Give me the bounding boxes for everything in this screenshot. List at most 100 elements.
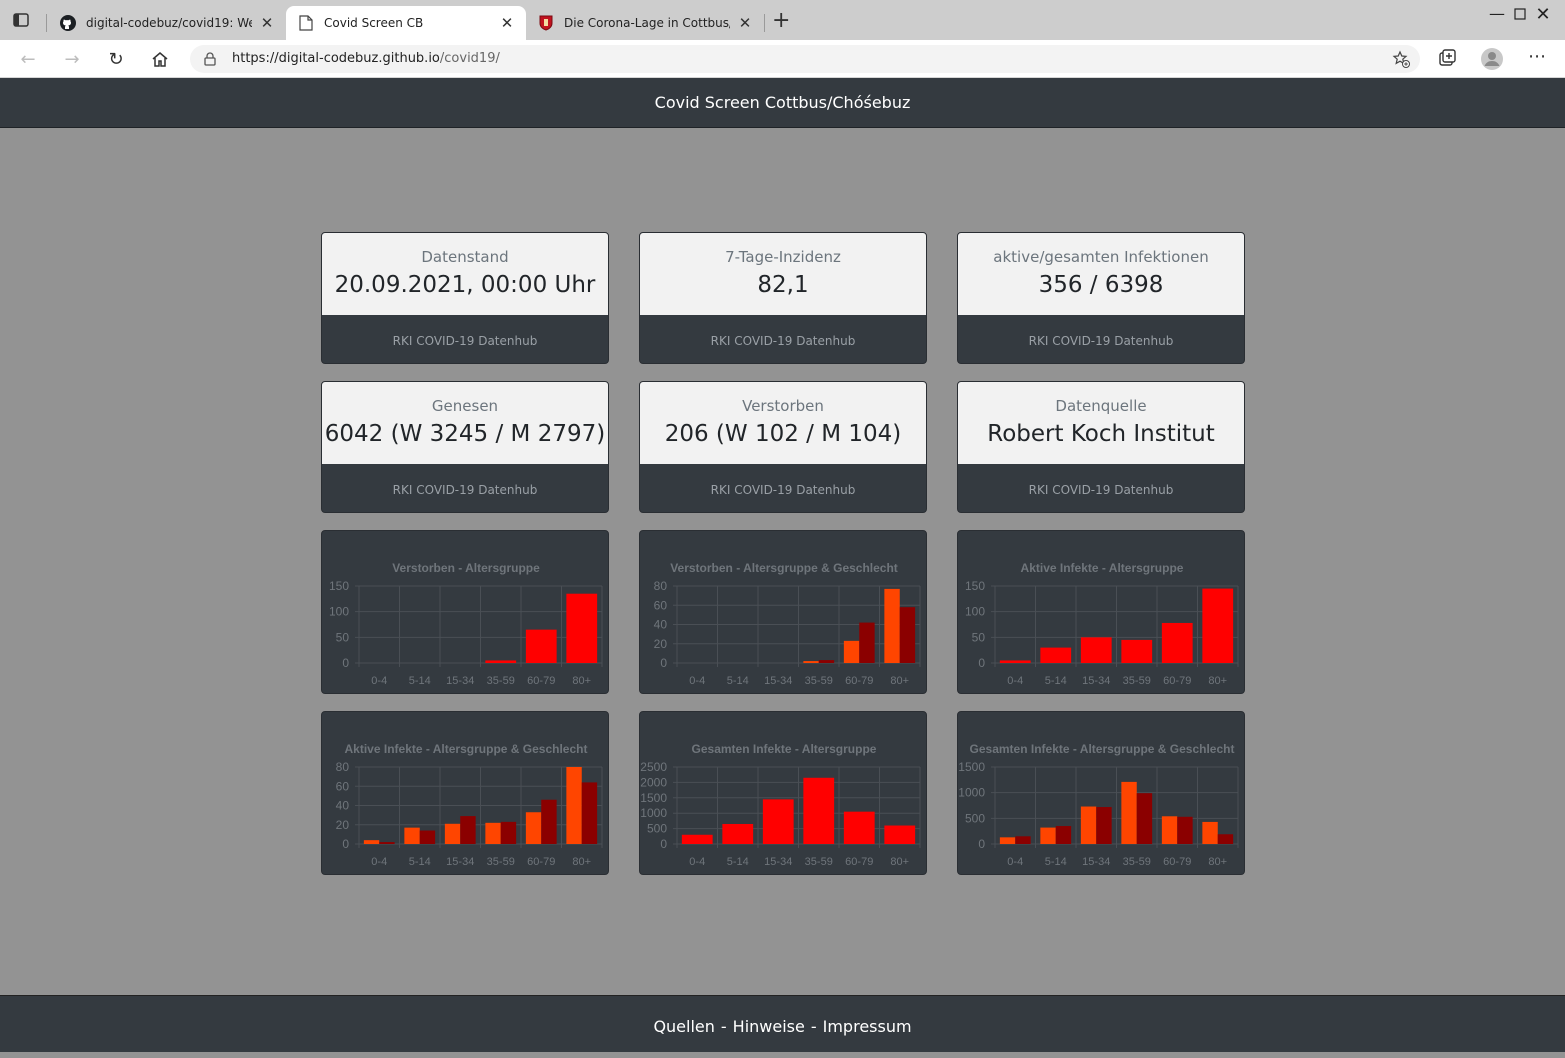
tab-title: Covid Screen CB: [324, 16, 424, 30]
x-tick-label: 80+: [572, 856, 591, 868]
footer-link-hinweise[interactable]: Hinweise: [733, 1017, 805, 1036]
more-menu-icon[interactable]: ⋯: [1528, 46, 1546, 67]
close-tab-icon[interactable]: ✕: [738, 14, 752, 32]
card-datenquelle: Datenquelle Robert Koch Institut RKI COVI…: [957, 381, 1245, 513]
x-tick-label: 5-14: [409, 856, 431, 868]
x-tick-label: 60-79: [527, 856, 555, 868]
y-tick-label: 100: [965, 605, 985, 619]
bar: [884, 588, 900, 663]
y-tick-label: 500: [647, 822, 667, 836]
x-tick-label: 80+: [890, 856, 909, 868]
bar: [899, 607, 916, 663]
browser-toolbar: ← → ↻ https://digital-codebuz.github.io/…: [0, 40, 1565, 78]
y-tick-label: 2000: [640, 775, 667, 789]
tab-actions-icon[interactable]: [12, 11, 30, 29]
x-tick-label: 15-34: [764, 856, 792, 868]
refresh-button[interactable]: ↻: [105, 48, 127, 70]
y-tick-label: 20: [336, 818, 350, 832]
address-bar[interactable]: https://digital-codebuz.github.io/covid1…: [190, 45, 1420, 73]
bar: [1202, 588, 1234, 663]
y-tick-label: 150: [329, 579, 349, 593]
bar: [1177, 816, 1193, 844]
close-tab-icon[interactable]: ✕: [500, 14, 514, 32]
chart-svg: Aktive Infekte - Altersgruppe 0 50 100 150 0-…: [965, 561, 1239, 687]
tab-covid-screen[interactable]: Covid Screen CB ✕: [286, 6, 526, 40]
add-favorite-icon[interactable]: [1392, 50, 1410, 68]
chart-title: Aktive Infekte - Altersgruppe: [1021, 561, 1184, 575]
y-tick-label: 0: [342, 837, 349, 851]
x-tick-label: 5-14: [727, 675, 749, 687]
bar: [379, 842, 395, 844]
y-tick-label: 150: [965, 579, 985, 593]
chart-title: Aktive Infekte - Altersgruppe & Geschlec…: [345, 742, 588, 756]
home-icon: [152, 52, 168, 67]
chart-gesamt-geschlecht: Gesamten Infekte - Altersgruppe & Geschl…: [957, 711, 1245, 875]
card-label: aktive/gesamten Infektionen: [993, 248, 1209, 266]
back-button[interactable]: ←: [17, 48, 39, 70]
card-label: 7-Tage-Inzidenz: [725, 248, 841, 266]
chart-title: Gesamten Infekte - Altersgruppe: [692, 742, 877, 756]
y-tick-label: 60: [654, 598, 668, 612]
card-infektionen: aktive/gesamten Infektionen 356 / 6398 RK…: [957, 232, 1245, 364]
y-tick-label: 0: [660, 656, 667, 670]
x-tick-label: 5-14: [1045, 675, 1067, 687]
chart-svg: Verstorben - Altersgruppe 0 50 100 150 0-4 5-1…: [329, 561, 603, 687]
bar: [444, 823, 461, 844]
lock-icon[interactable]: [204, 52, 216, 66]
chart-gesamt-altersgruppe: Gesamten Infekte - Altersgruppe 0 500 1000 1…: [639, 711, 927, 875]
app-header: Covid Screen Cottbus/Chóśebuz: [0, 78, 1565, 128]
x-tick-label: 15-34: [446, 675, 474, 687]
bar: [1096, 807, 1112, 844]
y-tick-label: 0: [660, 837, 667, 851]
collections-icon[interactable]: [1437, 48, 1457, 68]
footer-link-impressum[interactable]: Impressum: [823, 1017, 912, 1036]
new-tab-button[interactable]: +: [772, 10, 790, 32]
close-window-button[interactable]: ✕: [1520, 4, 1565, 25]
x-tick-label: 60-79: [1163, 856, 1191, 868]
bar: [1121, 639, 1153, 663]
url-text[interactable]: https://digital-codebuz.github.io/covid1…: [232, 51, 500, 66]
bar: [722, 823, 754, 844]
tab-github[interactable]: digital-codebuz/covid19: Webap ✕: [48, 6, 286, 40]
chart-aktive-altersgruppe: Aktive Infekte - Altersgruppe 0 50 100 150 0-…: [957, 530, 1245, 694]
chart-svg: Verstorben - Altersgruppe & Geschlecht 0 2…: [654, 561, 921, 687]
bar: [762, 799, 794, 844]
footer-link-quellen[interactable]: Quellen: [653, 1017, 714, 1036]
chart-title: Verstorben - Altersgruppe: [392, 561, 540, 575]
card-label: Genesen: [431, 397, 499, 415]
forward-button[interactable]: →: [61, 48, 83, 70]
x-tick-label: 0-4: [1007, 675, 1023, 687]
tab-corona-lage[interactable]: Die Corona-Lage in Cottbus/Chó ✕: [526, 6, 764, 40]
home-button[interactable]: [149, 48, 171, 70]
bar: [419, 830, 436, 844]
tab-title: Die Corona-Lage in Cottbus/Chó: [564, 16, 730, 30]
x-tick-label: 35-59: [487, 675, 515, 687]
x-tick-label: 5-14: [409, 675, 431, 687]
chart-verstorben-altersgruppe: Verstorben - Altersgruppe 0 50 100 150 0-4 5-1…: [321, 530, 609, 694]
bar: [566, 767, 582, 844]
card-footer: RKI COVID-19 Datenhub: [710, 483, 856, 497]
card-footer: RKI COVID-19 Datenhub: [1028, 483, 1174, 497]
profile-avatar-icon[interactable]: [1480, 47, 1504, 71]
y-tick-label: 2500: [640, 760, 667, 774]
x-tick-label: 15-34: [1082, 675, 1110, 687]
bar: [843, 640, 860, 663]
bar: [1040, 647, 1072, 663]
y-tick-label: 1000: [640, 806, 667, 820]
browser-tab-bar: digital-codebuz/covid19: Webap ✕ Covid S…: [0, 0, 1565, 40]
bar: [1136, 793, 1153, 844]
card-datenstand: Datenstand 20.09.2021, 00:00 Uhr RKI COVI…: [321, 232, 609, 364]
x-tick-label: 80+: [1208, 856, 1227, 868]
bar: [525, 812, 542, 844]
chart-svg: Aktive Infekte - Altersgruppe & Geschlec…: [336, 742, 603, 868]
bar: [363, 840, 380, 844]
bar: [1121, 781, 1137, 844]
close-tab-icon[interactable]: ✕: [260, 14, 274, 32]
card-value: Robert Koch Institut: [987, 421, 1215, 447]
bar: [843, 811, 875, 844]
card-label: Verstorben: [742, 397, 824, 415]
bar: [1015, 836, 1031, 844]
bar: [803, 661, 819, 663]
chart-verstorben-geschlecht: Verstorben - Altersgruppe & Geschlecht 0 2…: [639, 530, 927, 694]
card-label: Datenquelle: [1055, 397, 1147, 415]
